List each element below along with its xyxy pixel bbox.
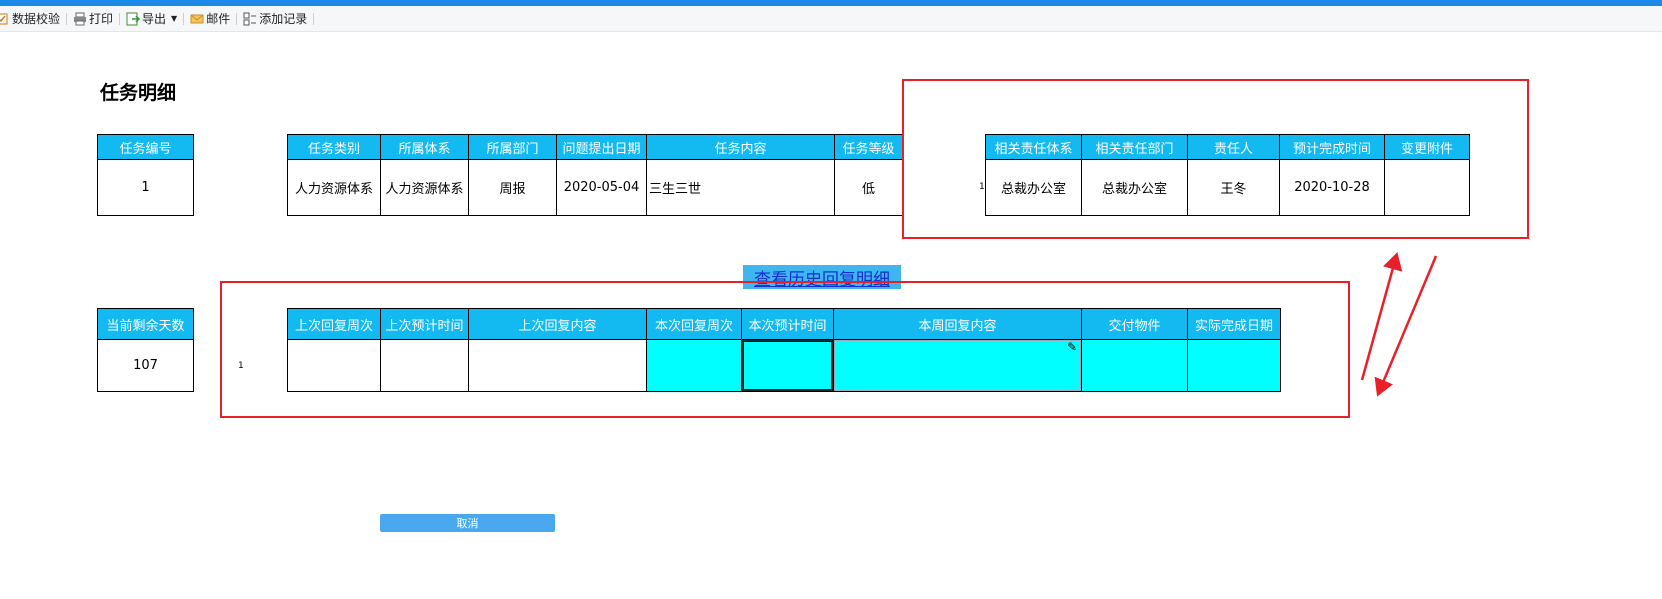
arrow-down-icon: [1374, 255, 1438, 397]
cancel-button[interactable]: 取消: [380, 514, 555, 532]
annotation-arrows: [1360, 252, 1438, 397]
